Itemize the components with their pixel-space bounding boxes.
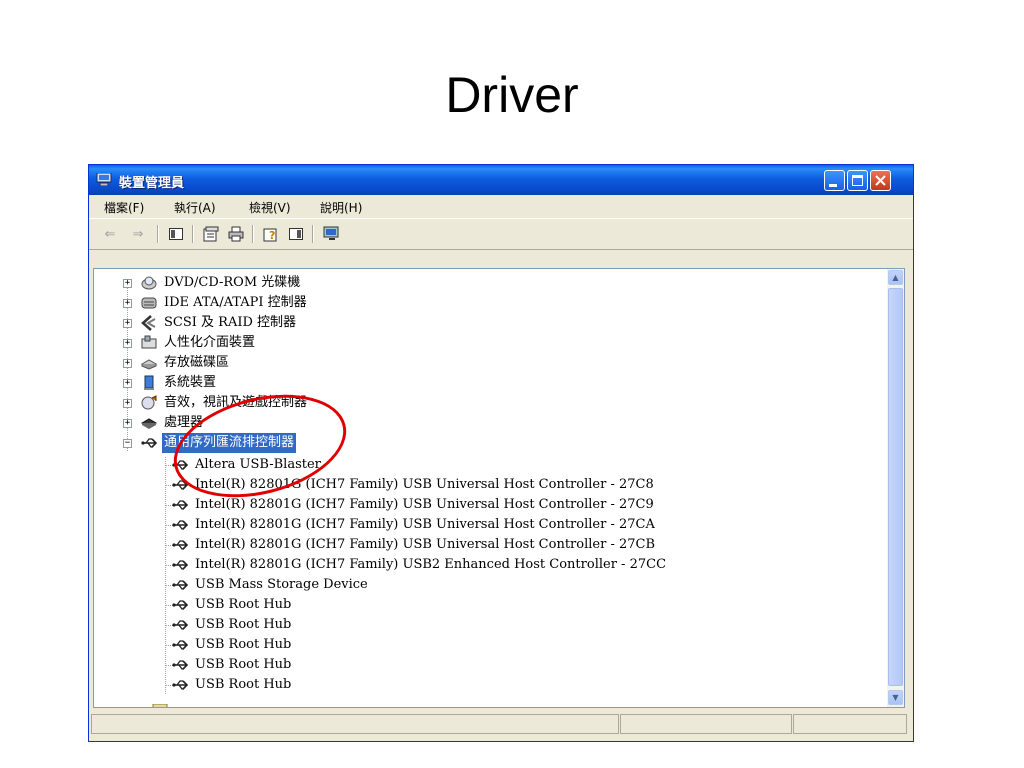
tree-node-storage[interactable]: + 存放磁碟區: [123, 353, 523, 373]
usb-device-item[interactable]: USB Root Hub: [154, 655, 754, 675]
tree-node-label: 人性化介面裝置: [164, 335, 256, 350]
expand-icon[interactable]: +: [123, 399, 132, 408]
vertical-scrollbar[interactable]: ▲ ▼: [887, 269, 904, 707]
menu-file[interactable]: 檔案(F): [104, 199, 144, 216]
tree-node-label: SCSI 及 RAID 控制器: [164, 315, 297, 330]
menu-view[interactable]: 檢視(V): [249, 199, 291, 216]
usb-device-icon: [172, 677, 189, 693]
forward-arrow-icon[interactable]: ⇒: [129, 225, 147, 243]
ide-controller-icon: [141, 297, 157, 309]
toolbar-separator: [157, 225, 159, 243]
close-icon: [875, 175, 886, 186]
tree-node-label: 存放磁碟區: [164, 355, 230, 370]
tree-node-label: IDE ATA/ATAPI 控制器: [164, 295, 307, 310]
back-arrow-icon[interactable]: ⇐: [101, 225, 119, 243]
expand-icon[interactable]: +: [123, 339, 132, 348]
usb-device-item[interactable]: USB Root Hub: [154, 635, 754, 655]
toolbar-separator: [252, 225, 254, 243]
usb-device-label: Intel(R) 82801G (ICH7 Family) USB Univer…: [195, 517, 655, 532]
processor-icon: [141, 418, 157, 429]
cd-drive-icon: [141, 276, 157, 290]
usb-device-icon: [172, 497, 189, 513]
tree-node-dvd[interactable]: + DVD/CD-ROM 光碟機: [123, 273, 523, 293]
expand-icon[interactable]: +: [123, 359, 132, 368]
collapse-icon[interactable]: −: [123, 439, 132, 448]
tree-node-hid[interactable]: + 人性化介面裝置: [123, 333, 523, 353]
storage-volume-icon: [141, 359, 157, 370]
status-bar: [91, 712, 909, 736]
close-button[interactable]: [870, 170, 891, 191]
toolbar-separator: [192, 225, 194, 243]
minimize-icon: [829, 184, 837, 187]
usb-device-icon: [172, 637, 189, 653]
svg-text:?: ?: [269, 229, 275, 242]
usb-device-icon: [172, 517, 189, 533]
maximize-button[interactable]: [847, 170, 868, 191]
usb-device-icon: [172, 617, 189, 633]
usb-device-item[interactable]: Intel(R) 82801G (ICH7 Family) USB2 Enhan…: [154, 555, 754, 575]
usb-device-label: USB Mass Storage Device: [195, 577, 368, 592]
system-device-icon: [144, 375, 154, 390]
hid-device-icon: [141, 335, 157, 349]
usb-device-item[interactable]: Intel(R) 82801G (ICH7 Family) USB Univer…: [154, 535, 754, 555]
scroll-up-button[interactable]: ▲: [888, 270, 903, 285]
tree-node-system[interactable]: + 系統裝置: [123, 373, 523, 393]
window-title: 裝置管理員: [119, 176, 185, 191]
usb-device-label: Intel(R) 82801G (ICH7 Family) USB Univer…: [195, 537, 656, 552]
scroll-down-button[interactable]: ▼: [888, 690, 903, 705]
toolbar-separator: [312, 225, 314, 243]
usb-device-label: Intel(R) 82801G (ICH7 Family) USB Univer…: [195, 497, 654, 512]
scsi-controller-icon: [141, 315, 156, 331]
usb-device-label: USB Root Hub: [195, 597, 292, 612]
status-cell: [620, 714, 792, 734]
usb-device-label: USB Root Hub: [195, 677, 292, 692]
usb-device-icon: [172, 577, 189, 593]
usb-device-icon: [172, 597, 189, 613]
scan-hardware-icon[interactable]: [322, 225, 340, 243]
status-cell: [91, 714, 619, 734]
audio-device-icon: [141, 395, 157, 410]
console-tree-icon[interactable]: [287, 225, 305, 243]
menu-help[interactable]: 說明(H): [320, 199, 362, 216]
usb-device-label: Intel(R) 82801G (ICH7 Family) USB2 Enhan…: [195, 557, 667, 572]
tree-node-label: DVD/CD-ROM 光碟機: [164, 275, 301, 290]
usb-device-icon: [172, 557, 189, 573]
usb-device-label: USB Root Hub: [195, 617, 292, 632]
tree-node-partial[interactable]: [149, 697, 349, 707]
usb-device-item[interactable]: Intel(R) 82801G (ICH7 Family) USB Univer…: [154, 495, 754, 515]
slide-title: Driver: [445, 67, 579, 123]
usb-device-item[interactable]: USB Root Hub: [154, 615, 754, 635]
show-hide-icon[interactable]: [167, 225, 185, 243]
expand-icon[interactable]: +: [123, 319, 132, 328]
title-bar[interactable]: 裝置管理員: [89, 165, 913, 195]
print-icon[interactable]: [227, 225, 245, 243]
scroll-thumb[interactable]: [888, 288, 903, 686]
tree-node-label: 系統裝置: [164, 375, 217, 390]
minimize-button[interactable]: [824, 170, 845, 191]
maximize-icon: [852, 175, 863, 186]
status-cell: [793, 714, 907, 734]
computer-icon: [96, 173, 112, 186]
help-icon[interactable]: ?: [262, 225, 280, 243]
properties-icon[interactable]: [202, 225, 220, 243]
usb-device-item[interactable]: USB Root Hub: [154, 595, 754, 615]
usb-device-label: USB Root Hub: [195, 637, 292, 652]
usb-device-label: USB Root Hub: [195, 657, 292, 672]
expand-icon[interactable]: +: [123, 419, 132, 428]
menu-action[interactable]: 執行(A): [174, 199, 216, 216]
expand-icon[interactable]: +: [123, 279, 132, 288]
menu-bar: 檔案(F) 執行(A) 檢視(V) 說明(H): [89, 195, 913, 217]
expand-icon[interactable]: +: [123, 379, 132, 388]
toolbar: ⇐ ⇒ ?: [89, 218, 913, 250]
usb-device-item[interactable]: Intel(R) 82801G (ICH7 Family) USB Univer…: [154, 515, 754, 535]
device-icon: [152, 704, 168, 707]
tree-node-scsi[interactable]: + SCSI 及 RAID 控制器: [123, 313, 523, 333]
usb-device-item[interactable]: USB Root Hub: [154, 675, 754, 695]
tree-node-ide[interactable]: + IDE ATA/ATAPI 控制器: [123, 293, 523, 313]
usb-device-icon: [172, 537, 189, 553]
usb-icon: [141, 438, 157, 448]
expand-icon[interactable]: +: [123, 299, 132, 308]
usb-device-item[interactable]: USB Mass Storage Device: [154, 575, 754, 595]
usb-device-icon: [172, 657, 189, 673]
